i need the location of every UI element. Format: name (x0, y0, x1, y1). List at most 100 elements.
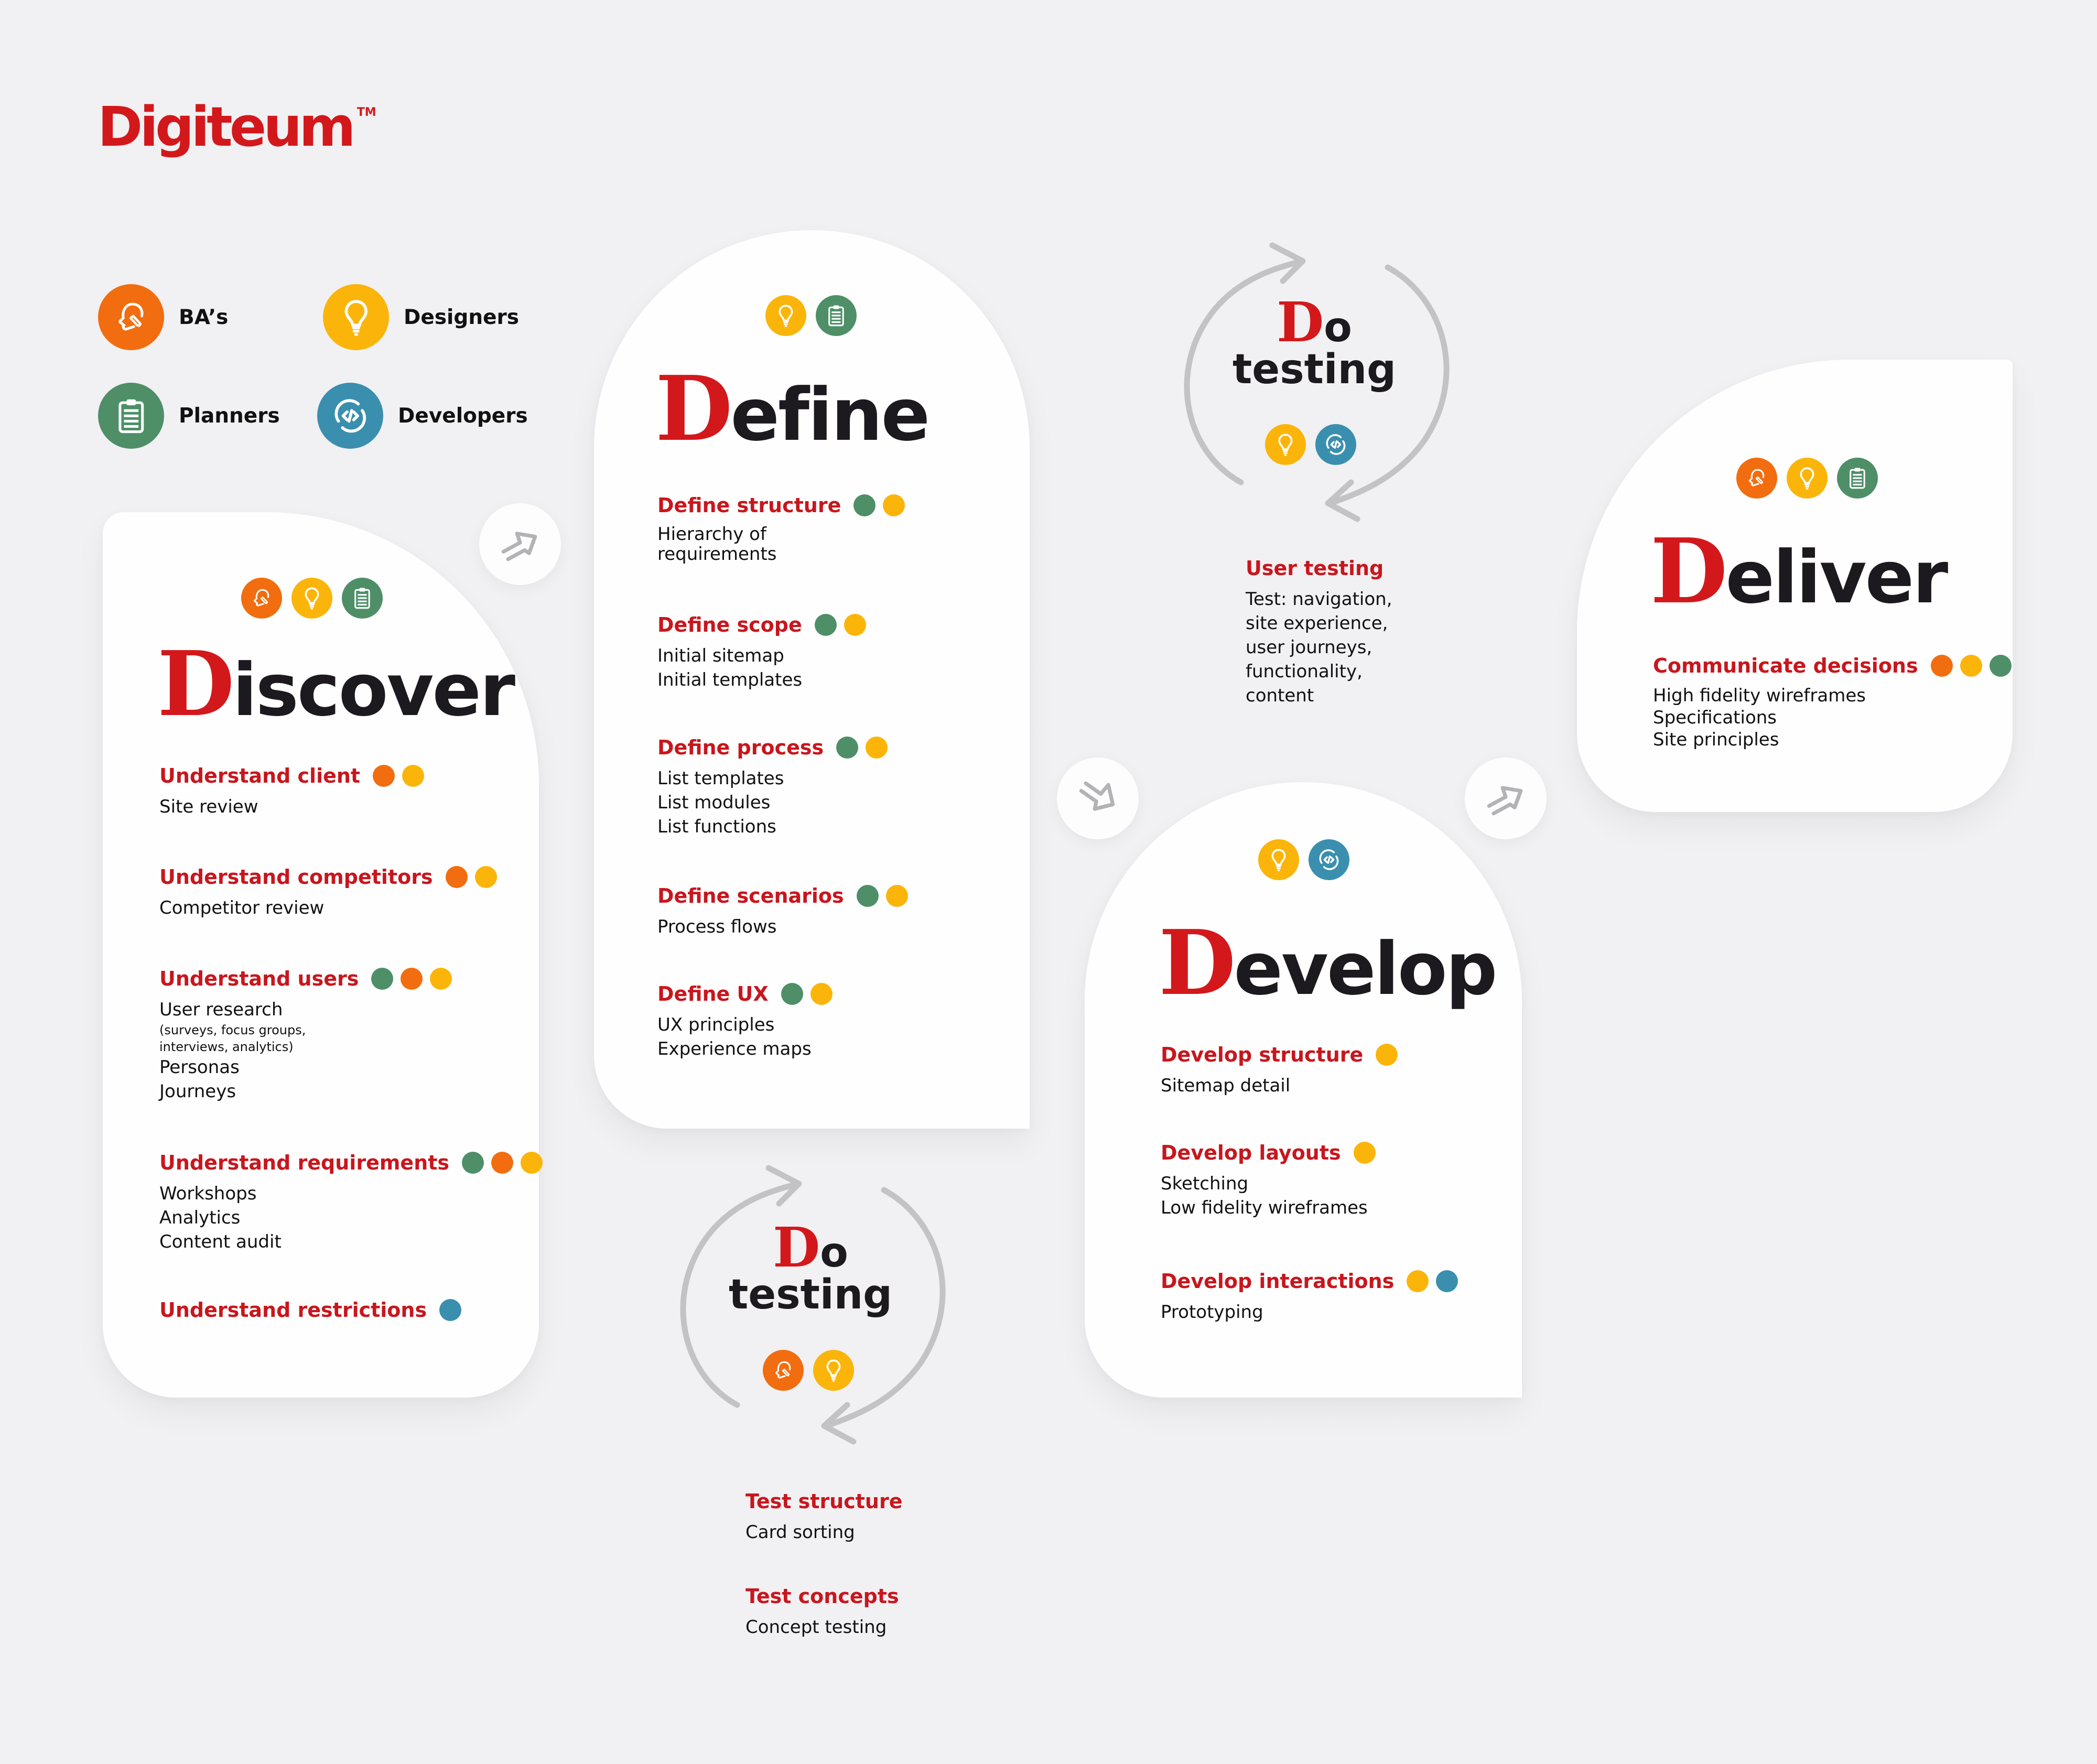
task-title: Define UX (657, 982, 769, 1005)
define-to-develop-arrow-button[interactable] (1057, 757, 1139, 839)
define-title: Define (655, 364, 930, 453)
task-title: Define scenarios (657, 884, 844, 907)
task-title: Communicate decisions (1653, 654, 1918, 677)
lightbulb-icon (291, 578, 332, 619)
task-item: Process flows (657, 916, 777, 937)
arrow-down-right-icon (1074, 774, 1122, 823)
role-dot-designer (521, 1152, 543, 1174)
discover-title: Discover (157, 640, 515, 729)
code-icon (317, 383, 383, 449)
lightbulb-icon (323, 284, 389, 350)
title-initial: D (1159, 911, 1236, 1015)
task-title: Define structure (657, 494, 841, 517)
deliver-title: Deliver (1650, 527, 1948, 616)
title-rest: o (1324, 304, 1352, 351)
task-item: Competitor review (159, 897, 325, 918)
task-understand-requirements: Understand requirements Workshops Analyt… (159, 1151, 543, 1254)
task-develop-structure: Develop structure Sitemap detail (1161, 1043, 1398, 1098)
testing-top-title: Do testing (1225, 295, 1403, 391)
head-pencil-icon (1736, 458, 1777, 499)
task-item: Site review (159, 796, 258, 817)
task-item: content (1246, 685, 1314, 706)
task-note: interviews, analytics) (159, 1040, 294, 1054)
task-develop-interactions: Develop interactions Prototyping (1161, 1270, 1458, 1324)
task-understand-restrictions: Understand restrictions (159, 1298, 462, 1322)
task-title: Develop interactions (1161, 1270, 1395, 1293)
task-understand-competitors: Understand competitors Competitor review (159, 865, 497, 920)
legend-label: BA’s (179, 305, 229, 329)
task-user-testing: User testing Test: navigation, site expe… (1246, 557, 1392, 708)
testing-bottom-roles (763, 1350, 854, 1391)
title-initial: D (773, 1215, 820, 1280)
title-rest: efine (730, 373, 930, 457)
role-dot-ba (1930, 655, 1953, 677)
lightbulb-icon (1258, 839, 1299, 880)
legend-item-planners: Planners (98, 383, 280, 449)
clipboard-icon (342, 578, 383, 619)
code-icon (1309, 839, 1349, 880)
role-dot-designer (474, 866, 497, 888)
role-dot-ba (445, 866, 468, 888)
task-title: Define scope (657, 613, 802, 636)
code-icon (1315, 424, 1356, 465)
clipboard-icon (816, 295, 857, 336)
task-item: UX principles (657, 1014, 775, 1035)
task-define-scenarios: Define scenarios Process flows (657, 884, 908, 939)
task-item: Specifications (1653, 707, 1777, 728)
task-item: Analytics (159, 1207, 241, 1228)
task-item: Prototyping (1161, 1302, 1263, 1323)
clipboard-icon (98, 383, 164, 449)
title-line2: testing (729, 1271, 892, 1318)
task-title: User testing (1246, 557, 1384, 580)
legend-label: Planners (179, 404, 280, 428)
head-pencil-icon (241, 578, 282, 619)
task-define-ux: Define UX UX principles Experience maps (657, 982, 833, 1061)
task-item: user journeys, (1246, 637, 1372, 658)
role-dot-planner (1989, 655, 2012, 677)
legend-item-ba: BA’s (98, 284, 228, 350)
task-title: Understand requirements (159, 1151, 450, 1174)
develop-to-deliver-arrow-button[interactable] (1465, 757, 1547, 839)
task-develop-layouts: Develop layouts Sketching Low fidelity w… (1161, 1141, 1376, 1220)
role-dot-developer (439, 1299, 462, 1321)
lightbulb-icon (813, 1350, 854, 1391)
brand-logo: Digiteum TM (98, 100, 376, 154)
role-dot-designer (885, 885, 908, 907)
legend-label: Developers (398, 404, 528, 428)
title-initial: D (157, 632, 234, 737)
task-title: Define process (657, 736, 824, 759)
role-dot-designer (844, 614, 866, 636)
task-test-concepts: Test concepts Concept testing (745, 1585, 899, 1639)
task-item: Test: navigation, (1246, 589, 1392, 610)
discover-to-define-arrow-button[interactable] (479, 503, 561, 585)
develop-roles (1258, 839, 1349, 880)
role-dot-designer (1376, 1044, 1398, 1066)
role-dot-designer (883, 494, 905, 516)
task-title: Develop structure (1161, 1043, 1364, 1066)
role-dot-planner (781, 983, 803, 1005)
task-item: site experience, (1246, 613, 1388, 634)
task-item: Site principles (1653, 729, 1779, 750)
role-dot-planner (371, 968, 394, 990)
role-dot-designer (1407, 1270, 1429, 1292)
task-item: Sketching (1161, 1173, 1249, 1194)
task-note: (surveys, focus groups, (159, 1023, 306, 1037)
task-item: List functions (657, 816, 776, 837)
task-define-structure: Define structure Hierarchy of requiremen… (657, 494, 905, 564)
task-item: requirements (657, 544, 777, 565)
brand-name: Digiteum (98, 95, 356, 159)
task-item: Sitemap detail (1161, 1075, 1291, 1096)
title-initial: D (1650, 519, 1727, 624)
role-dot-designer (1960, 655, 1982, 677)
task-item: Hierarchy of (657, 524, 766, 545)
task-item: List templates (657, 768, 784, 789)
task-test-structure: Test structure Card sorting (745, 1490, 903, 1544)
testing-top-roles (1265, 424, 1356, 465)
task-item: Initial sitemap (657, 645, 784, 666)
task-item: Experience maps (657, 1038, 812, 1059)
task-understand-users: Understand users User research (surveys,… (159, 967, 452, 1103)
arrow-up-right-icon (1482, 774, 1530, 823)
task-define-process: Define process List templates List modul… (657, 736, 888, 839)
role-dot-ba (401, 968, 423, 990)
lightbulb-icon (1787, 458, 1828, 499)
